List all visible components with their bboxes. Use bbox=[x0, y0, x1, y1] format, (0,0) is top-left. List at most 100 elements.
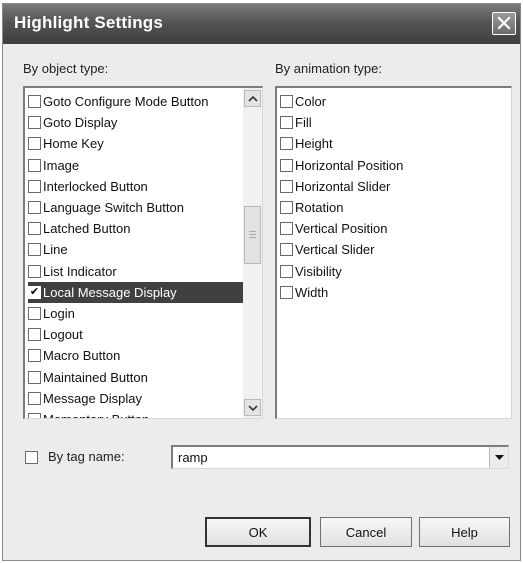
item-checkbox[interactable] bbox=[28, 391, 41, 405]
thumb-grip-line bbox=[249, 237, 256, 238]
list-item[interactable]: Visibility bbox=[280, 261, 508, 282]
item-label: Horizontal Position bbox=[295, 157, 404, 173]
list-item[interactable]: Height bbox=[280, 133, 508, 154]
item-checkbox[interactable]: ✔ bbox=[28, 285, 41, 299]
object-type-label: By object type: bbox=[23, 61, 109, 76]
list-item[interactable]: Macro Button bbox=[28, 345, 243, 366]
tag-name-value: ramp bbox=[178, 450, 208, 465]
item-label: Latched Button bbox=[43, 221, 131, 237]
list-item[interactable]: Line bbox=[28, 239, 243, 260]
item-label: Login bbox=[43, 305, 75, 321]
item-checkbox[interactable] bbox=[280, 95, 293, 109]
item-checkbox[interactable] bbox=[28, 370, 41, 384]
item-label: Macro Button bbox=[43, 348, 121, 364]
thumb-grip-line bbox=[249, 231, 256, 232]
item-label: Horizontal Slider bbox=[295, 178, 391, 194]
item-label: Interlocked Button bbox=[43, 178, 148, 194]
item-checkbox[interactable] bbox=[28, 95, 41, 109]
list-item[interactable]: Logout bbox=[28, 324, 243, 345]
item-checkbox[interactable] bbox=[28, 201, 41, 215]
item-label: Line bbox=[43, 242, 68, 258]
chevron-down-icon bbox=[247, 404, 258, 411]
list-item[interactable]: Language Switch Button bbox=[28, 197, 243, 218]
item-label: Message Display bbox=[43, 390, 142, 406]
item-checkbox[interactable] bbox=[28, 306, 41, 320]
highlight-settings-dialog: Highlight Settings By object type: By an… bbox=[2, 3, 521, 561]
item-checkbox[interactable] bbox=[280, 179, 293, 193]
list-item[interactable]: Login bbox=[28, 303, 243, 324]
list-item[interactable]: Image bbox=[28, 155, 243, 176]
help-button[interactable]: Help bbox=[419, 517, 510, 547]
list-item[interactable]: Horizontal Position bbox=[280, 155, 508, 176]
item-checkbox[interactable] bbox=[280, 201, 293, 215]
item-checkbox[interactable] bbox=[28, 116, 41, 130]
ok-button[interactable]: OK bbox=[205, 517, 311, 547]
list-item[interactable]: Horizontal Slider bbox=[280, 176, 508, 197]
item-label: Width bbox=[295, 284, 329, 300]
animation-type-items: Color Fill Height Horizontal Position Horizo… bbox=[280, 91, 508, 303]
item-label: Height bbox=[295, 136, 333, 152]
item-checkbox[interactable] bbox=[280, 243, 293, 257]
item-checkbox[interactable] bbox=[28, 328, 41, 342]
tag-name-dropdown-button[interactable] bbox=[489, 447, 508, 468]
list-item[interactable]: Interlocked Button bbox=[28, 176, 243, 197]
item-label: Logout bbox=[43, 327, 83, 343]
close-icon bbox=[497, 16, 511, 30]
item-label: Maintained Button bbox=[43, 369, 148, 385]
item-label: Image bbox=[43, 157, 80, 173]
list-item[interactable]: Width bbox=[280, 282, 508, 303]
list-item[interactable]: Color bbox=[280, 91, 508, 112]
item-checkbox[interactable] bbox=[28, 158, 41, 172]
list-item[interactable]: Goto Configure Mode Button bbox=[28, 91, 243, 112]
list-item[interactable]: Home Key bbox=[28, 133, 243, 154]
list-item[interactable]: Momentary Button bbox=[28, 409, 243, 418]
object-type-list[interactable]: Goto Configure Mode Button Goto Display Ho… bbox=[23, 86, 263, 419]
item-label: Home Key bbox=[43, 136, 104, 152]
scroll-up-button[interactable] bbox=[244, 90, 261, 107]
object-type-scrollbar[interactable] bbox=[243, 88, 262, 418]
tag-name-label: By tag name: bbox=[48, 449, 125, 464]
scroll-thumb[interactable] bbox=[244, 206, 261, 264]
tag-name-combobox[interactable]: ramp bbox=[171, 445, 509, 469]
item-checkbox[interactable] bbox=[28, 412, 41, 418]
item-checkbox[interactable] bbox=[28, 243, 41, 257]
item-checkbox[interactable] bbox=[280, 137, 293, 151]
item-checkbox[interactable] bbox=[28, 137, 41, 151]
list-item[interactable]: Vertical Position bbox=[280, 218, 508, 239]
list-item[interactable]: List Indicator bbox=[28, 261, 243, 282]
item-checkbox[interactable] bbox=[280, 116, 293, 130]
item-label: Color bbox=[295, 94, 327, 110]
item-label: Language Switch Button bbox=[43, 200, 184, 216]
item-checkbox[interactable] bbox=[28, 349, 41, 363]
animation-type-list[interactable]: Color Fill Height Horizontal Position Horizo… bbox=[275, 86, 512, 419]
thumb-grip-line bbox=[249, 234, 256, 235]
item-label: Momentary Button bbox=[43, 412, 149, 418]
tag-name-checkbox[interactable] bbox=[25, 451, 38, 464]
list-item[interactable]: Message Display bbox=[28, 388, 243, 409]
item-label: Vertical Position bbox=[295, 221, 388, 237]
item-checkbox[interactable] bbox=[28, 222, 41, 236]
item-label: Visibility bbox=[295, 263, 342, 279]
item-label: Goto Display bbox=[43, 115, 118, 131]
item-checkbox[interactable] bbox=[28, 179, 41, 193]
close-button[interactable] bbox=[492, 12, 516, 35]
list-item[interactable]: Maintained Button bbox=[28, 366, 243, 387]
list-item[interactable]: Vertical Slider bbox=[280, 239, 508, 260]
chevron-up-icon bbox=[247, 95, 258, 102]
item-checkbox[interactable] bbox=[28, 264, 41, 278]
item-label: Goto Configure Mode Button bbox=[43, 94, 209, 110]
item-checkbox[interactable] bbox=[280, 264, 293, 278]
item-label: Vertical Slider bbox=[295, 242, 375, 258]
item-checkbox[interactable] bbox=[280, 285, 293, 299]
item-checkbox[interactable] bbox=[280, 222, 293, 236]
item-label: Rotation bbox=[295, 200, 344, 216]
item-checkbox[interactable] bbox=[280, 158, 293, 172]
list-item[interactable]: Goto Display bbox=[28, 112, 243, 133]
list-item[interactable]: Fill bbox=[280, 112, 508, 133]
cancel-button[interactable]: Cancel bbox=[320, 517, 412, 547]
scroll-down-button[interactable] bbox=[244, 399, 261, 416]
list-item[interactable]: Rotation bbox=[280, 197, 508, 218]
dropdown-arrow-icon bbox=[494, 454, 504, 460]
list-item[interactable]: ✔ Local Message Display bbox=[28, 281, 243, 303]
list-item[interactable]: Latched Button bbox=[28, 218, 243, 239]
